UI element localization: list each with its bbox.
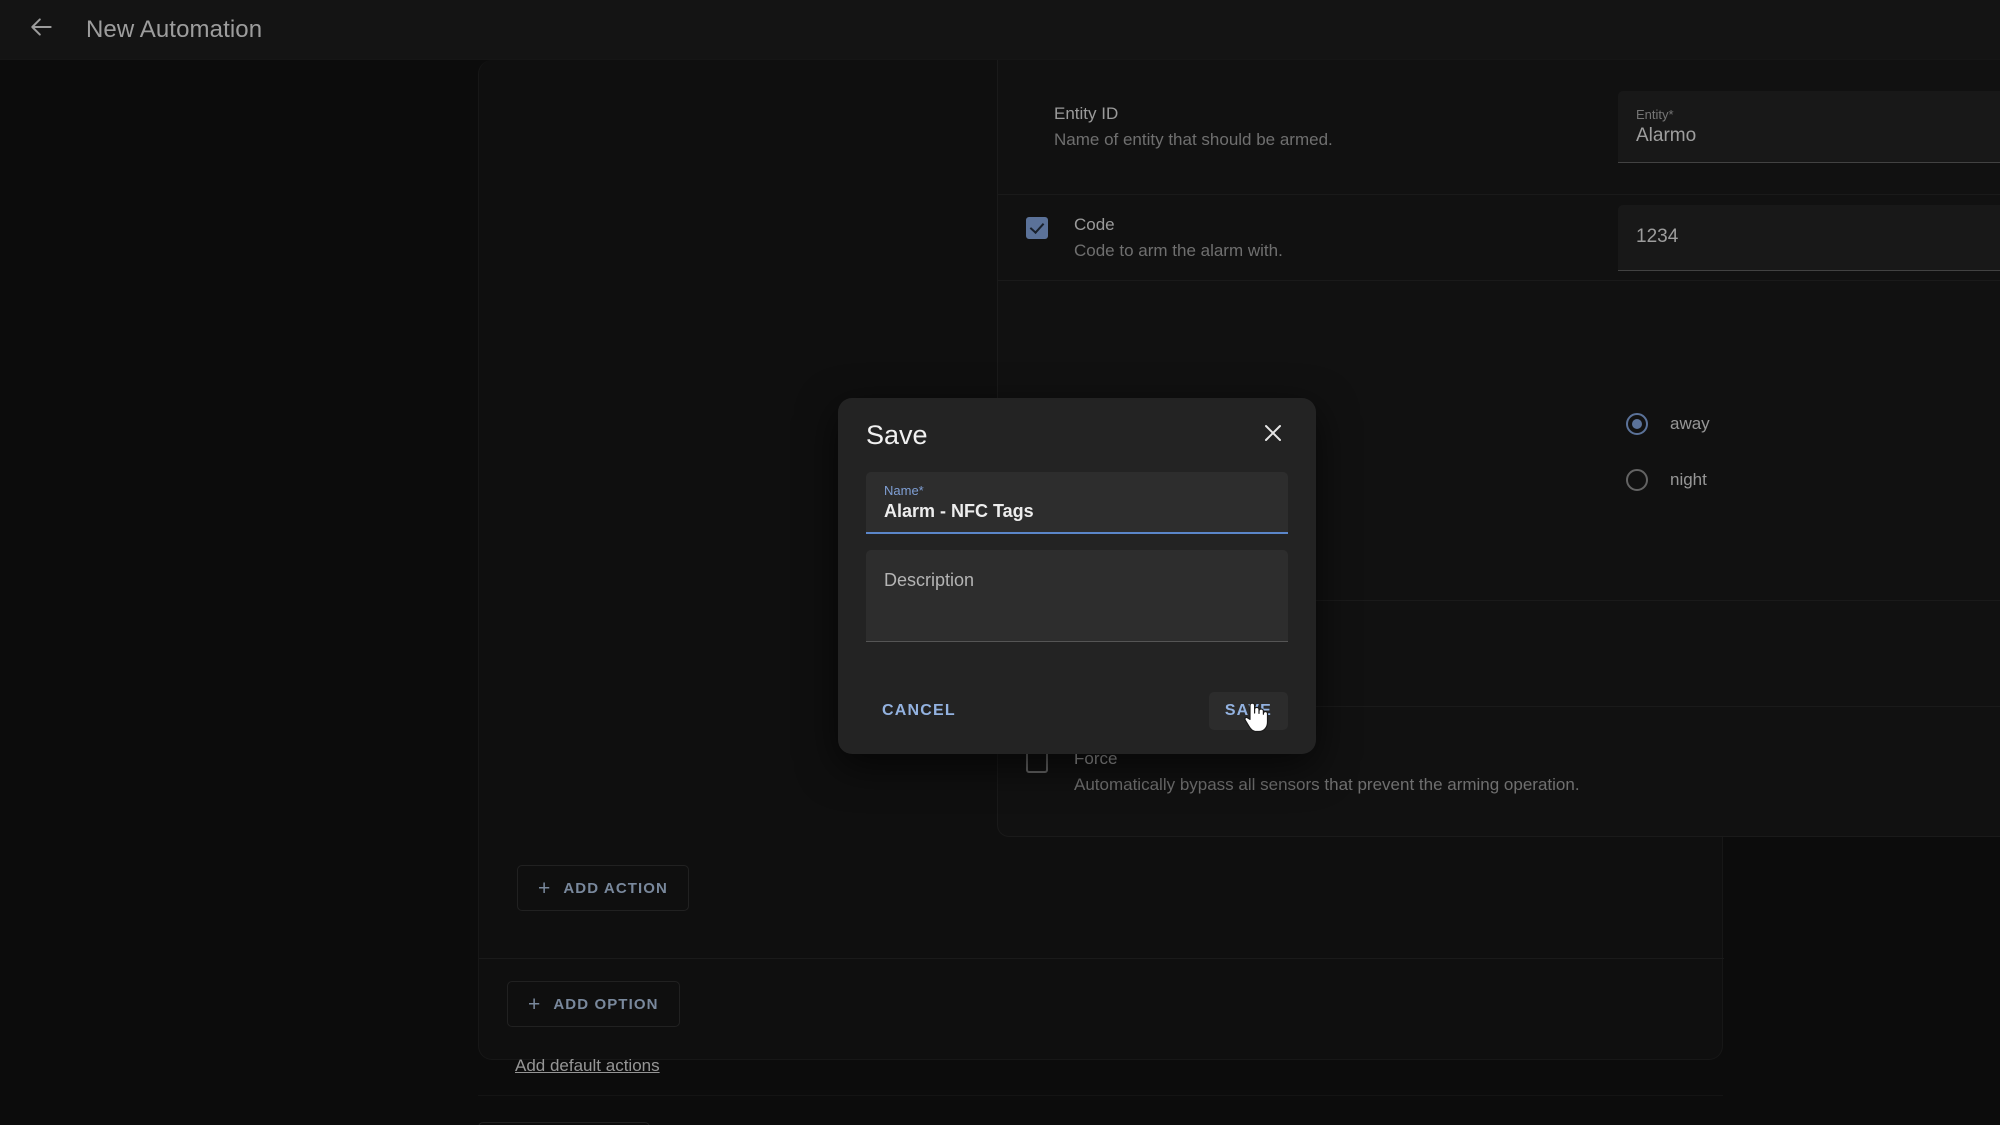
entity-field[interactable]: Entity* Alarmo xyxy=(1618,91,2000,163)
code-field-value: 1234 xyxy=(1636,226,1679,247)
save-dialog-actions: CANCEL SAVE xyxy=(866,686,1288,736)
back-button[interactable] xyxy=(20,8,64,52)
radio-unselected-icon xyxy=(1626,468,1648,491)
save-button[interactable]: SAVE xyxy=(1208,692,1288,730)
entity-field-value: Alarmo xyxy=(1636,124,1697,146)
divider xyxy=(479,958,1724,959)
add-option-wrap: + ADD OPTION xyxy=(507,981,680,1027)
mode-radio-night[interactable]: night xyxy=(1626,468,1710,491)
row-code-labels: Code Code to arm the alarm with. xyxy=(998,214,1618,262)
save-dialog-title: Save xyxy=(866,419,928,450)
save-dialog-header: Save xyxy=(866,398,1288,472)
entity-field-label: Entity* xyxy=(1636,106,1674,122)
code-field[interactable]: 1234 xyxy=(1618,204,2000,271)
row-mode-control: away night xyxy=(1618,391,2000,491)
add-default-actions-wrap: Add default actions xyxy=(515,1056,660,1076)
code-checkbox[interactable] xyxy=(1026,216,1048,239)
row-code-desc: Code to arm the alarm with. xyxy=(1074,240,1283,260)
row-code-title: Code xyxy=(1074,214,1115,234)
dialog-close-button[interactable] xyxy=(1258,420,1288,450)
row-entity-id: Entity ID Name of entity that should be … xyxy=(998,60,2000,195)
row-force-labels: Force Automatically bypass all sensors t… xyxy=(998,748,1898,796)
row-entity-id-labels: Entity ID Name of entity that should be … xyxy=(998,103,1618,151)
name-input[interactable]: Name* Alarm - NFC Tags xyxy=(866,472,1288,534)
mode-radio-away-label: away xyxy=(1670,413,1710,433)
radio-selected-icon xyxy=(1626,412,1648,435)
arrow-left-icon xyxy=(29,14,55,45)
row-force-desc: Automatically bypass all sensors that pr… xyxy=(1074,775,1580,794)
add-action-inner-label: ADD ACTION xyxy=(563,879,668,897)
description-input-placeholder: Description xyxy=(884,570,975,590)
save-dialog: Save Name* Alarm - NFC Tags Description … xyxy=(838,398,1316,754)
outer-divider xyxy=(478,1095,1723,1096)
page-title: New Automation xyxy=(86,15,263,43)
name-input-label: Name* xyxy=(884,482,924,498)
row-entity-id-control: Entity* Alarmo xyxy=(1618,91,2000,163)
force-checkbox[interactable] xyxy=(1026,751,1048,773)
add-default-actions-link[interactable]: Add default actions xyxy=(515,1056,660,1076)
app-bar: New Automation xyxy=(0,0,2000,60)
name-input-value: Alarm - NFC Tags xyxy=(884,500,1034,521)
add-option-button[interactable]: + ADD OPTION xyxy=(507,981,680,1027)
mode-radio-night-label: night xyxy=(1670,469,1707,489)
description-input[interactable]: Description xyxy=(866,550,1288,642)
plus-icon: + xyxy=(528,992,542,1016)
mode-radio-group: away night xyxy=(1618,412,1710,491)
add-action-inner-button[interactable]: + ADD ACTION xyxy=(517,865,689,911)
row-code: Code Code to arm the alarm with. 1234 xyxy=(998,195,2000,281)
add-option-label: ADD OPTION xyxy=(553,995,659,1013)
add-action-inner-wrap: + ADD ACTION xyxy=(517,865,689,911)
cancel-button[interactable]: CANCEL xyxy=(866,692,972,730)
row-entity-id-title: Entity ID xyxy=(1054,104,1119,123)
row-code-control: 1234 xyxy=(1618,204,2000,271)
mode-radio-away[interactable]: away xyxy=(1626,412,1710,435)
row-entity-id-desc: Name of entity that should be armed. xyxy=(1054,130,1333,149)
close-icon xyxy=(1261,421,1285,450)
plus-icon: + xyxy=(538,876,552,900)
